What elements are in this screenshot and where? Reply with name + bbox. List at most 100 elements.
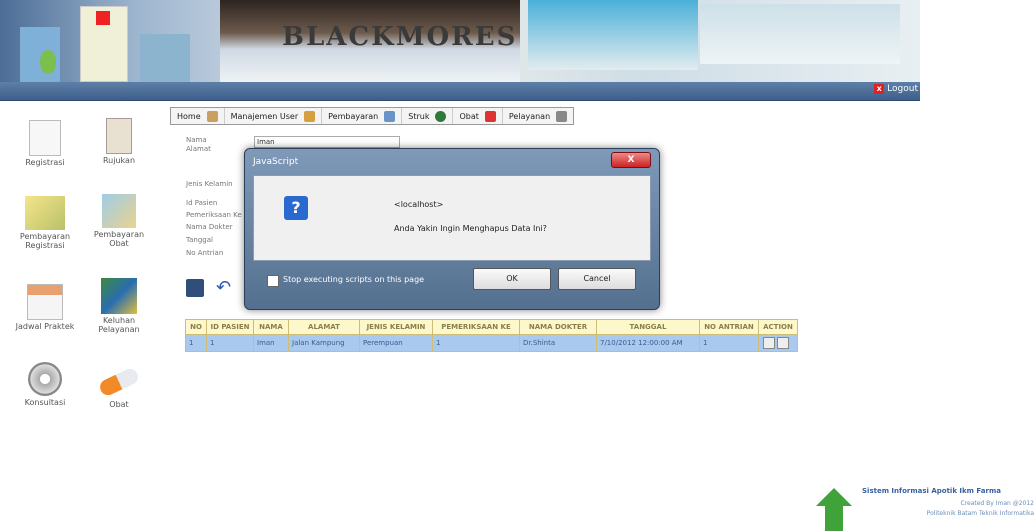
hospital-icon — [80, 6, 128, 82]
table-row: 1 1 Iman Jalan Kampung Perempuan 1 Dr.Sh… — [185, 334, 798, 352]
clipboard-icon — [106, 118, 132, 154]
logout-link[interactable]: x Logout — [874, 84, 918, 94]
patient-id-label: Id Pasien — [186, 199, 218, 207]
table-header: PEMERIKSAAN KE — [432, 319, 520, 335]
menu-item-home[interactable]: Home — [171, 108, 225, 124]
document-icon — [29, 120, 61, 156]
sidebar-item-obat[interactable]: Obat — [84, 364, 154, 409]
logout-label: Logout — [887, 84, 918, 94]
table-header: NAMA DOKTER — [519, 319, 597, 335]
menu-item-label: Obat — [459, 111, 479, 121]
scroll-top-arrow-icon[interactable] — [816, 488, 852, 506]
table-header: ACTION — [758, 319, 798, 335]
sidebar-item-label: Pembayaran Obat — [93, 230, 145, 248]
footer-institution: Politeknik Batam Teknik Informatika — [926, 510, 1034, 517]
sidebar-item-pembayaran-registrasi[interactable]: Pembayaran Registrasi — [10, 196, 80, 250]
sidebar-item-konsultasi[interactable]: Konsultasi — [10, 362, 80, 407]
doctor-label: Nama Dokter — [186, 223, 233, 231]
undo-icon[interactable]: ↶ — [216, 279, 236, 297]
table-action-cell — [758, 334, 798, 352]
address-label: Alamat — [186, 145, 211, 153]
dialog-footer: Stop executing scripts on this page OK C… — [253, 261, 649, 299]
table-cell: Dr.Shinta — [519, 334, 597, 352]
date-label: Tanggal — [186, 236, 213, 244]
menu-item-pelayanan[interactable]: Pelayanan — [503, 108, 573, 124]
sidebar-item-label: Rujukan — [102, 156, 136, 165]
table-header: NO — [185, 319, 207, 335]
sidebar-item-jadwal-praktek[interactable]: Jadwal Praktek — [10, 284, 80, 331]
queue-label: No Antrian — [186, 249, 224, 257]
building-graphic — [140, 34, 190, 82]
banner-text: BLACKMORES — [282, 22, 518, 52]
footer-title: Sistem Informasi Apotik Ikm Farma — [862, 487, 1001, 495]
dialog-body: ? <localhost> Anda Yakin Ingin Menghapus… — [253, 175, 651, 261]
name-label: Nama — [186, 136, 207, 144]
dialog-origin: <localhost> — [394, 200, 444, 209]
menu-item-pembayaran[interactable]: Pembayaran — [322, 108, 403, 124]
name-field[interactable]: Iman — [254, 136, 400, 148]
menu-item-struk[interactable]: Struk — [402, 108, 454, 124]
save-icon[interactable] — [186, 279, 204, 297]
table-header-row: NO ID PASIEN NAMA ALAMAT JENIS KELAMIN P… — [185, 319, 798, 335]
javascript-confirm-dialog: JavaScript X ? <localhost> Anda Yakin In… — [244, 148, 660, 310]
user-icon — [304, 110, 316, 122]
sidebar-item-registrasi[interactable]: Registrasi — [10, 120, 80, 167]
sidebar-item-label: Keluhan Pelayanan — [98, 316, 140, 334]
dialog-title: JavaScript — [253, 157, 299, 167]
pill-icon — [484, 110, 496, 122]
cancel-button[interactable]: Cancel — [558, 268, 636, 290]
table-cell: 1 — [185, 334, 207, 352]
menu-item-obat[interactable]: Obat — [453, 108, 503, 124]
table-header: ID PASIEN — [206, 319, 254, 335]
table-header: ALAMAT — [288, 319, 360, 335]
table-cell: 1 — [699, 334, 759, 352]
dialog-close-button[interactable]: X — [611, 152, 651, 168]
cd-icon — [28, 362, 62, 396]
payment-box-icon — [102, 194, 136, 228]
tree-graphic — [40, 50, 56, 74]
table-header: JENIS KELAMIN — [359, 319, 433, 335]
payment-icon — [384, 110, 396, 122]
ok-button[interactable]: OK — [473, 268, 551, 290]
table-header: NAMA — [253, 319, 289, 335]
banner-box — [528, 0, 698, 70]
top-bar: x Logout — [0, 82, 920, 101]
menu-item-label: Struk — [408, 111, 430, 121]
table-cell: 1 — [206, 334, 254, 352]
dialog-message: Anda Yakin Ingin Menghapus Data Ini? — [394, 224, 547, 233]
pill-icon — [97, 366, 141, 398]
service-icon — [556, 110, 568, 122]
menu-item-label: Manajemen User — [230, 111, 299, 121]
sidebar-item-keluhan-pelayanan[interactable]: Keluhan Pelayanan — [84, 278, 154, 334]
sidebar-item-pembayaran-obat[interactable]: Pembayaran Obat — [84, 194, 154, 248]
exam-label: Pemeriksaan Ke — [186, 211, 242, 219]
delete-icon[interactable] — [777, 337, 789, 349]
table-cell: Jalan Kampung — [288, 334, 360, 352]
patient-table: NO ID PASIEN NAMA ALAMAT JENIS KELAMIN P… — [185, 319, 798, 352]
menu-item-manajemen-user[interactable]: Manajemen User — [225, 108, 323, 124]
books-icon — [101, 278, 137, 314]
sidebar-item-label: Obat — [109, 400, 129, 409]
home-icon — [206, 110, 218, 122]
payment-icon — [25, 196, 65, 230]
stop-scripts-label: Stop executing scripts on this page — [283, 275, 425, 284]
sidebar-item-label: Konsultasi — [24, 398, 66, 407]
footer-credit: Created By Iman @2012 — [960, 500, 1034, 507]
menu-item-label: Home — [177, 111, 201, 121]
sidebar-item-label: Jadwal Praktek — [15, 322, 75, 331]
edit-icon[interactable] — [763, 337, 775, 349]
table-cell: Perempuan — [359, 334, 433, 352]
table-header: NO ANTRIAN — [699, 319, 759, 335]
table-cell: 7/10/2012 12:00:00 AM — [596, 334, 700, 352]
table-cell: Iman — [253, 334, 289, 352]
gender-label: Jenis Kelamin — [186, 180, 233, 188]
stop-scripts-checkbox[interactable] — [267, 275, 279, 287]
main-menu: Home Manajemen User Pembayaran Struk Oba… — [170, 107, 575, 125]
menu-item-label: Pembayaran — [328, 111, 379, 121]
sidebar-item-label: Registrasi — [25, 158, 65, 167]
sidebar-item-rujukan[interactable]: Rujukan — [84, 118, 154, 165]
scroll-top-arrow-stem[interactable] — [825, 506, 843, 531]
table-cell: 1 — [432, 334, 520, 352]
table-header: TANGGAL — [596, 319, 700, 335]
sidebar-item-label: Pembayaran Registrasi — [19, 232, 71, 250]
